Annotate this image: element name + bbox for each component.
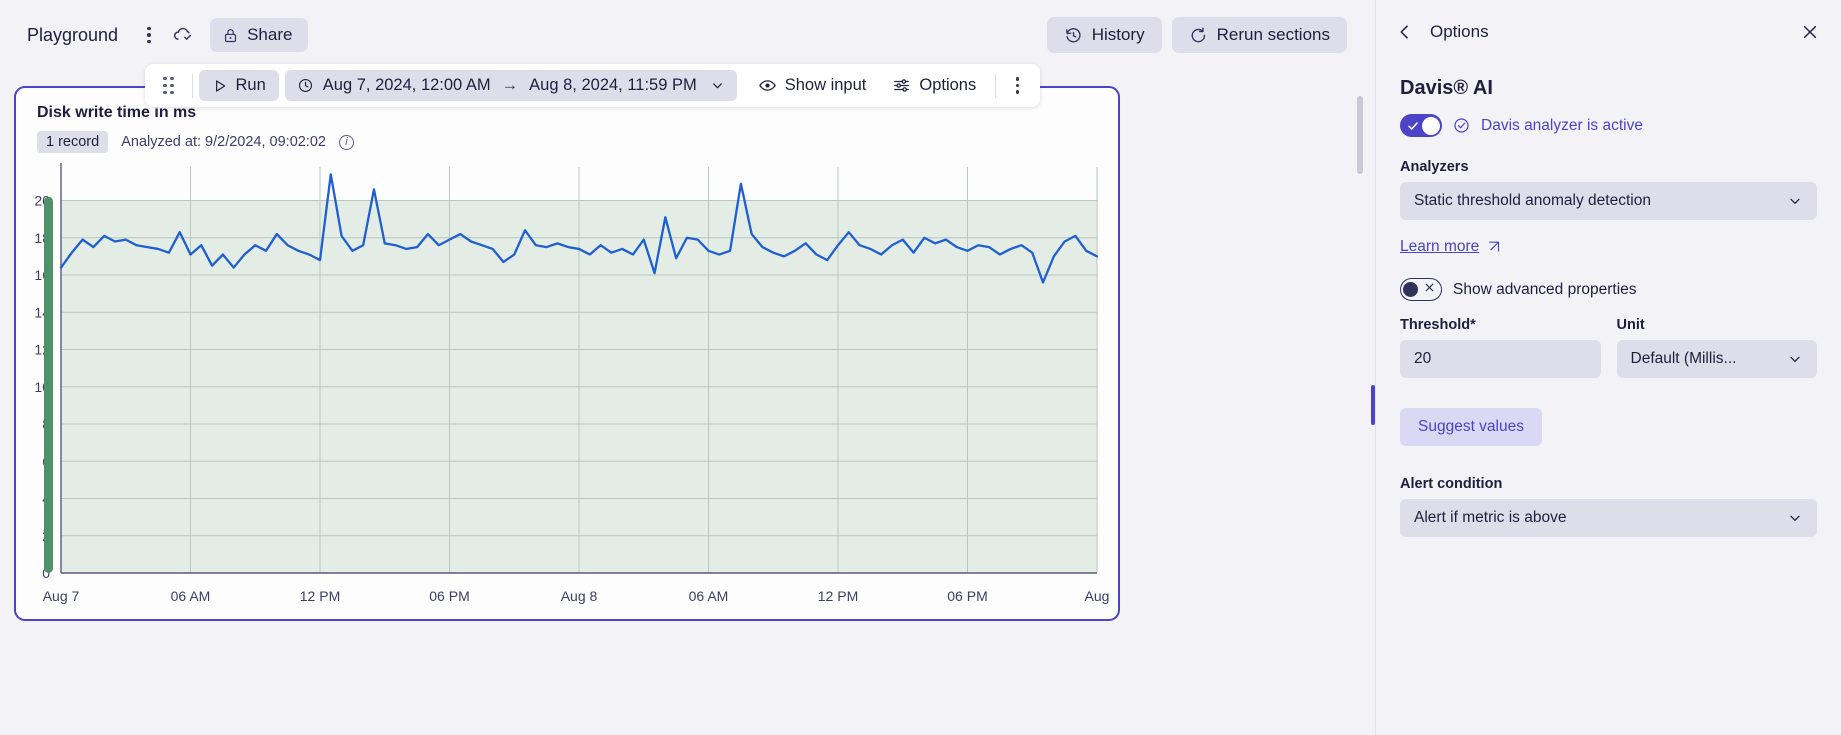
- check-circle-icon: [1454, 118, 1469, 133]
- section-more-icon[interactable]: [1002, 69, 1032, 103]
- options-panel-body: Davis® AI Davis analyzer is active Analy…: [1376, 64, 1841, 537]
- show-input-label: Show input: [784, 76, 867, 94]
- analyzers-select[interactable]: Static threshold anomaly detection: [1400, 182, 1817, 220]
- alert-condition-label: Alert condition: [1400, 476, 1503, 492]
- options-panel: Options Davis® AI Davis analyzer is acti…: [1375, 0, 1841, 735]
- analyzers-field: Analyzers Static threshold anomaly detec…: [1400, 159, 1817, 220]
- cloud-saved-icon[interactable]: [166, 18, 200, 52]
- external-link-icon: [1489, 241, 1500, 252]
- rerun-sections-label: Rerun sections: [1216, 25, 1330, 44]
- top-bar-right-actions: History Rerun sections: [1046, 17, 1357, 53]
- unit-field: Unit Default (Millis...: [1616, 317, 1817, 378]
- x-axis-tick-label: 06 AM: [171, 588, 211, 604]
- record-count-badge: 1 record: [37, 131, 109, 153]
- main-scrollbar[interactable]: [1357, 96, 1363, 174]
- advanced-properties-row: Show advanced properties: [1400, 278, 1817, 301]
- options-panel-header: Options: [1376, 0, 1841, 64]
- refresh-icon: [1191, 27, 1205, 42]
- sliders-icon: [894, 79, 910, 92]
- x-axis-tick-label: Aug: [1085, 588, 1110, 604]
- chevron-down-icon: [1790, 198, 1800, 204]
- alert-condition-value: Alert if metric is above: [1414, 509, 1567, 526]
- davis-ai-heading: Davis® AI: [1400, 77, 1493, 99]
- analyzed-at-text: Analyzed at: 9/2/2024, 09:02:02: [121, 134, 326, 150]
- analyzers-selected-value: Static threshold anomaly detection: [1414, 192, 1651, 209]
- info-icon[interactable]: i: [338, 134, 354, 150]
- threshold-unit-row: Threshold* Unit Default (Millis...: [1400, 317, 1817, 378]
- toolbar-divider: [191, 73, 193, 98]
- alert-condition-field: Alert condition Alert if metric is above: [1400, 476, 1817, 537]
- history-button[interactable]: History: [1046, 17, 1162, 53]
- history-label: History: [1091, 25, 1145, 44]
- chevron-down-icon: [712, 83, 722, 89]
- card-meta: 1 record Analyzed at: 9/2/2024, 09:02:02…: [16, 122, 1118, 153]
- x-axis-tick-label: 06 AM: [689, 588, 729, 604]
- top-bar: Playground Share History Rerun sections: [0, 0, 1375, 70]
- unit-label: Unit: [1616, 317, 1645, 333]
- show-input-button[interactable]: Show input: [745, 70, 880, 101]
- line-chart[interactable]: 02468101214161820Aug 706 AM12 PM06 PMAug…: [16, 153, 1120, 613]
- kebab-menu-icon[interactable]: [132, 18, 166, 52]
- alert-condition-select[interactable]: Alert if metric is above: [1400, 499, 1817, 537]
- show-advanced-properties-label: Show advanced properties: [1453, 280, 1637, 298]
- chevron-left-icon[interactable]: [1388, 15, 1422, 49]
- main-area: Playground Share History Rerun sections …: [0, 0, 1375, 735]
- share-button[interactable]: Share: [210, 18, 309, 52]
- threshold-field: Threshold*: [1400, 317, 1601, 378]
- learn-more-link[interactable]: Learn more: [1400, 238, 1501, 256]
- x-axis-tick-label: 12 PM: [818, 588, 858, 604]
- options-button[interactable]: Options: [879, 70, 989, 101]
- chart-card: Disk write time in ms 1 record Analyzed …: [14, 86, 1120, 621]
- section-toolbar: Run Aug 7, 2024, 12:00 AM → Aug 8, 2024,…: [145, 64, 1041, 107]
- history-icon: [1065, 27, 1081, 42]
- davis-analyzer-toggle[interactable]: [1400, 114, 1442, 137]
- show-advanced-properties-toggle[interactable]: [1400, 278, 1442, 301]
- x-axis-tick-label: 12 PM: [300, 588, 340, 604]
- close-icon: [1425, 283, 1434, 292]
- eye-icon: [759, 80, 776, 91]
- unit-select[interactable]: Default (Millis...: [1616, 340, 1817, 378]
- run-button[interactable]: Run: [198, 70, 279, 101]
- davis-analyzer-toggle-row: Davis analyzer is active: [1400, 114, 1817, 137]
- x-axis-tick-label: 06 PM: [947, 588, 987, 604]
- toolbar-divider-2: [995, 73, 997, 98]
- date-range-arrow: →: [501, 76, 519, 94]
- clock-icon: [298, 78, 312, 93]
- run-label: Run: [235, 76, 266, 94]
- app-title: Playground: [27, 24, 119, 45]
- date-range-picker[interactable]: Aug 7, 2024, 12:00 AM → Aug 8, 2024, 11:…: [284, 70, 737, 101]
- rerun-sections-button[interactable]: Rerun sections: [1171, 17, 1347, 53]
- x-axis-tick-label: Aug 8: [561, 588, 598, 604]
- x-axis-tick-label: 06 PM: [429, 588, 469, 604]
- threshold-input[interactable]: [1400, 340, 1601, 378]
- davis-status-text: Davis analyzer is active: [1481, 116, 1643, 134]
- threshold-indicator-bar: [44, 196, 53, 573]
- play-icon: [215, 79, 225, 92]
- x-axis-tick-label: Aug 7: [43, 588, 80, 604]
- options-label: Options: [919, 76, 977, 94]
- chevron-down-icon: [1790, 356, 1800, 362]
- drag-handle-icon[interactable]: [151, 76, 186, 95]
- learn-more-label: Learn more: [1400, 238, 1480, 255]
- analyzers-label: Analyzers: [1400, 159, 1469, 175]
- options-panel-title: Options: [1430, 22, 1489, 41]
- threshold-label: Threshold*: [1400, 317, 1476, 333]
- check-icon: [1408, 122, 1418, 130]
- date-range-to: Aug 8, 2024, 11:59 PM: [529, 76, 697, 94]
- close-icon[interactable]: [1795, 17, 1825, 47]
- unit-selected-value: Default (Millis...: [1630, 350, 1737, 367]
- chevron-down-icon: [1790, 515, 1800, 521]
- lock-icon: [225, 28, 237, 42]
- app-root: Playground Share History Rerun sections …: [0, 0, 1841, 735]
- share-label: Share: [247, 25, 293, 44]
- date-range-from: Aug 7, 2024, 12:00 AM: [322, 76, 491, 94]
- chart-area: 02468101214161820Aug 706 AM12 PM06 PMAug…: [16, 153, 1120, 613]
- suggest-values-button[interactable]: Suggest values: [1400, 408, 1542, 446]
